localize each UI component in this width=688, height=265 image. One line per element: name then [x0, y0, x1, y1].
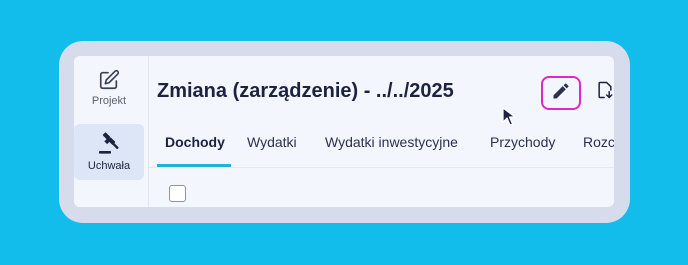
select-all-checkbox[interactable] — [169, 185, 186, 202]
tab-divider — [149, 167, 614, 168]
tab-wydatki[interactable]: Wydatki — [247, 134, 297, 150]
download-file-button[interactable] — [586, 76, 614, 108]
main-panel: Zmiana (zarządzenie) - ../../2025 Dochod… — [149, 56, 614, 207]
sidebar: Projekt Uchwała — [74, 56, 149, 207]
tab-wydatki-inwestycyjne[interactable]: Wydatki inwestycyjne — [325, 134, 458, 150]
file-download-icon — [595, 80, 614, 105]
sidebar-item-label: Projekt — [91, 95, 127, 107]
app-card: Projekt Uchwała Zmiana (zarządzenie) - .… — [74, 56, 614, 207]
sidebar-item-projekt[interactable]: Projekt — [74, 60, 144, 116]
tab-przychody[interactable]: Przychody — [490, 134, 555, 150]
mouse-cursor-icon — [502, 107, 518, 132]
gavel-icon — [97, 132, 121, 156]
tab-bar: Dochody Wydatki Wydatki inwestycyjne Prz… — [149, 126, 614, 168]
tab-rozchody[interactable]: Rozc — [583, 134, 614, 150]
pencil-icon — [551, 81, 571, 106]
tab-dochody[interactable]: Dochody — [165, 134, 225, 150]
sidebar-item-reports[interactable] — [74, 192, 144, 207]
sidebar-item-label: Uchwała — [87, 160, 131, 172]
edit-square-icon — [98, 69, 120, 91]
edit-button[interactable] — [541, 76, 581, 110]
page-title: Zmiana (zarządzenie) - ../../2025 — [157, 80, 454, 102]
sidebar-item-uchwala[interactable]: Uchwała — [74, 124, 144, 180]
